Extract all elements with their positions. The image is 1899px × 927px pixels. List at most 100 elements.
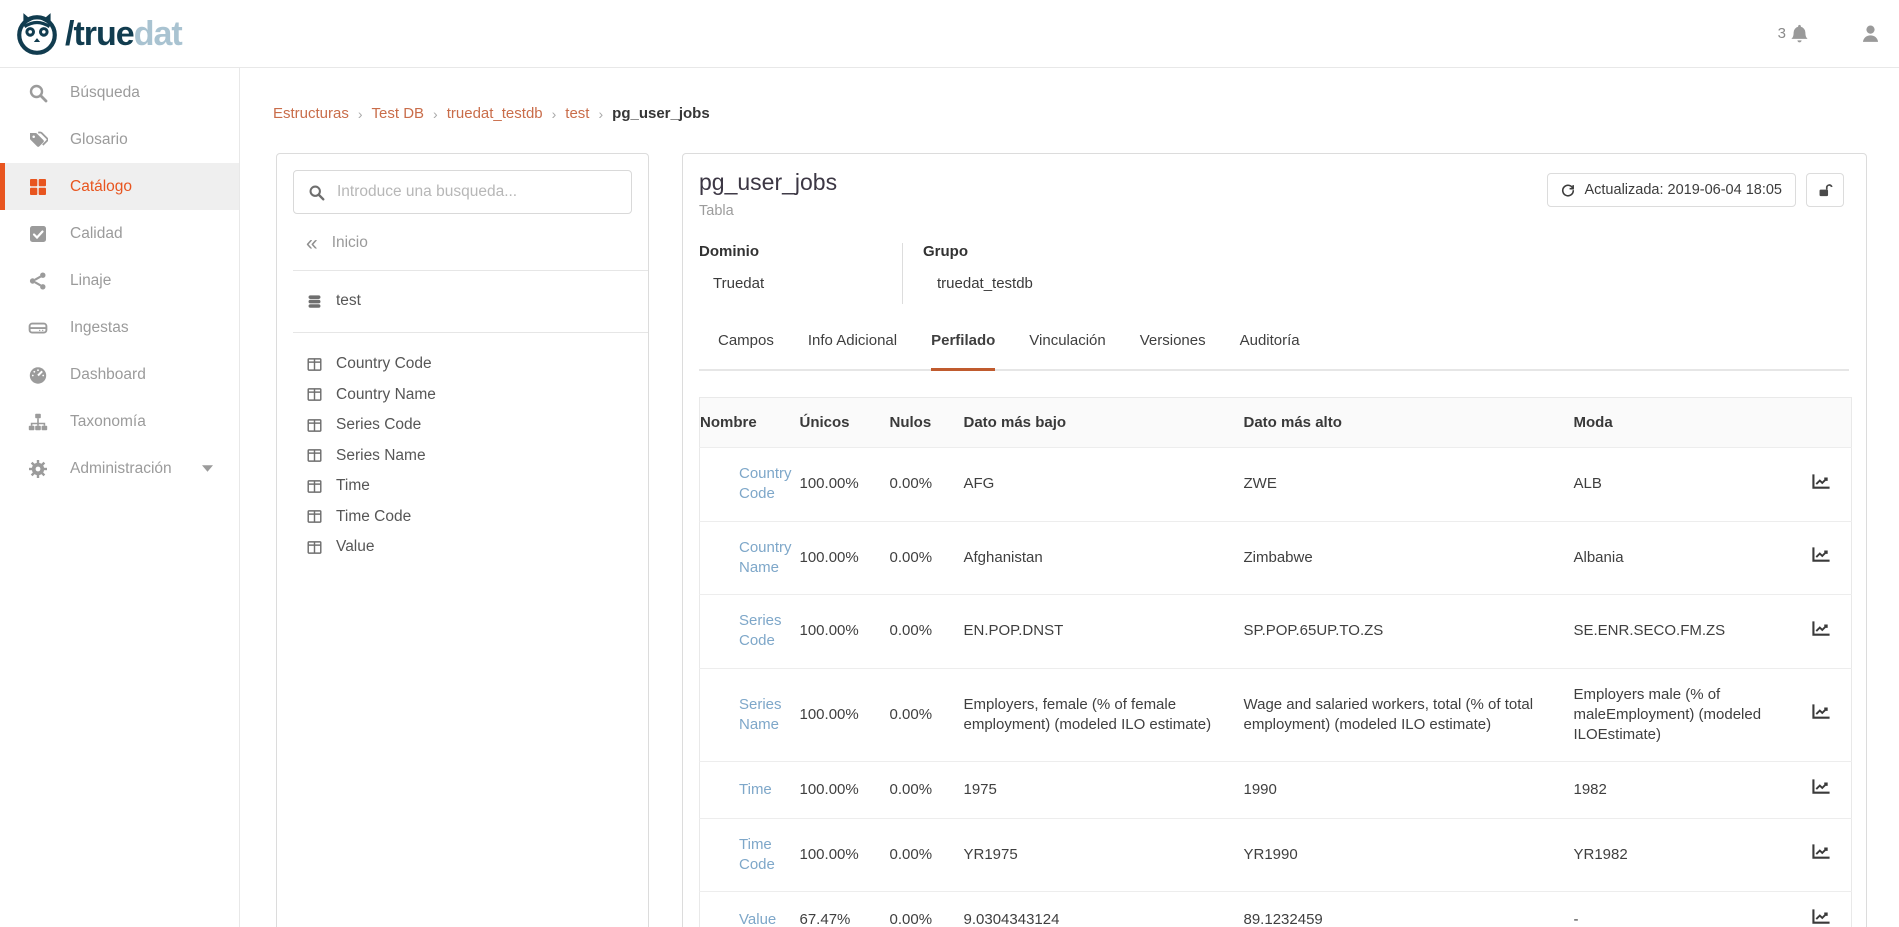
owl-logo-icon	[14, 11, 60, 57]
structure-explorer-panel: « Inicio test Country Code	[276, 153, 649, 927]
breadcrumb-link[interactable]: Estructuras	[273, 105, 349, 122]
structure-detail-card: pg_user_jobs Tabla Actualizada: 2019-06-…	[682, 153, 1867, 927]
refresh-updated-button[interactable]: Actualizada: 2019-06-04 18:05	[1547, 173, 1796, 207]
field-link[interactable]: Series Name	[739, 696, 782, 733]
group-label: Grupo	[923, 243, 1033, 260]
sidebar-item[interactable]: Administración	[0, 445, 239, 492]
nulls-percent: 0.00%	[890, 818, 964, 892]
header-actions: Actualizada: 2019-06-04 18:05	[1547, 173, 1844, 219]
highest-value: 1990	[1244, 762, 1574, 818]
breadcrumb-separator: ›	[358, 106, 363, 122]
sidebar-item[interactable]: Búsqueda	[0, 69, 239, 116]
tab[interactable]: Auditoría	[1240, 332, 1300, 369]
column-item-label: Series Code	[336, 416, 421, 434]
sidebar-item-label: Administración	[70, 460, 172, 478]
sidebar-item[interactable]: Glosario	[0, 116, 239, 163]
chart-line-icon[interactable]	[1812, 908, 1831, 925]
detail-header: pg_user_jobs Tabla Actualizada: 2019-06-…	[683, 154, 1866, 219]
table-columns-icon	[306, 539, 323, 556]
tab[interactable]: Info Adicional	[808, 332, 897, 369]
column-item-label: Time	[336, 477, 370, 495]
tab[interactable]: Vinculación	[1029, 332, 1105, 369]
grid-icon	[28, 177, 48, 197]
highest-value: Wage and salaried workers, total (% of t…	[1244, 668, 1574, 762]
breadcrumb-link[interactable]: test	[565, 105, 589, 122]
drive-icon	[28, 318, 48, 338]
column-header: Dato más bajo	[964, 398, 1244, 448]
highest-value: YR1990	[1244, 818, 1574, 892]
explorer-column-item[interactable]: Country Name	[306, 380, 648, 411]
notifications-button[interactable]: 3	[1778, 23, 1810, 44]
sidebar-item-label: Búsqueda	[70, 84, 140, 102]
chart-line-icon[interactable]	[1812, 620, 1831, 637]
column-item-label: Time Code	[336, 508, 411, 526]
user-icon	[1860, 23, 1881, 44]
explorer-back-home[interactable]: « Inicio	[277, 230, 648, 256]
field-link[interactable]: Value	[739, 911, 776, 927]
user-menu-button[interactable]	[1860, 23, 1881, 44]
truedat-logo[interactable]: /truedat	[14, 11, 182, 57]
mode-value: 1982	[1574, 762, 1812, 818]
sidebar-item[interactable]: Taxonomía	[0, 398, 239, 445]
search-icon	[308, 184, 325, 201]
mode-value: YR1982	[1574, 818, 1812, 892]
chart-line-icon[interactable]	[1812, 546, 1831, 563]
nulls-percent: 0.00%	[890, 668, 964, 762]
topbar: /truedat 3	[0, 0, 1899, 68]
table-columns-icon	[306, 447, 323, 464]
breadcrumb-separator: ›	[433, 106, 438, 122]
explorer-search-box	[293, 170, 632, 214]
unique-percent: 100.00%	[800, 448, 890, 522]
domain-label: Dominio	[699, 243, 902, 260]
column-header: Moda	[1574, 398, 1812, 448]
table-columns-icon	[306, 478, 323, 495]
table-columns-icon	[306, 508, 323, 525]
column-header: Dato más alto	[1244, 398, 1574, 448]
breadcrumb-link[interactable]: truedat_testdb	[447, 105, 543, 122]
sidebar-item-label: Linaje	[70, 272, 111, 290]
column-item-label: Series Name	[336, 447, 426, 465]
lowest-value: 9.0304343124	[964, 892, 1244, 927]
sidebar-item[interactable]: Ingestas	[0, 304, 239, 351]
sidebar-item[interactable]: Dashboard	[0, 351, 239, 398]
chart-line-icon[interactable]	[1812, 778, 1831, 795]
tab[interactable]: Perfilado	[931, 332, 995, 369]
sitemap-icon	[28, 412, 48, 432]
table-columns-icon	[306, 386, 323, 403]
explorer-column-item[interactable]: Value	[306, 532, 648, 563]
unique-percent: 67.47%	[800, 892, 890, 927]
lowest-value: EN.POP.DNST	[964, 595, 1244, 669]
explorer-node-test[interactable]: test	[277, 284, 648, 318]
explorer-column-item[interactable]: Country Code	[306, 349, 648, 380]
explorer-column-item[interactable]: Series Code	[306, 410, 648, 441]
sidebar-item[interactable]: Catálogo	[0, 163, 239, 210]
chart-line-icon[interactable]	[1812, 843, 1831, 860]
field-link[interactable]: Time Code	[739, 836, 775, 873]
nulls-percent: 0.00%	[890, 762, 964, 818]
chevron-down-icon	[202, 465, 213, 472]
field-link[interactable]: Series Code	[739, 612, 782, 649]
highest-value: Zimbabwe	[1244, 521, 1574, 595]
explorer-column-item[interactable]: Time	[306, 471, 648, 502]
refresh-icon	[1561, 183, 1575, 197]
tab[interactable]: Campos	[718, 332, 774, 369]
field-link[interactable]: Time	[739, 781, 772, 798]
unlock-button[interactable]	[1806, 173, 1844, 207]
explorer-column-item[interactable]: Time Code	[306, 502, 648, 533]
check-square-icon	[28, 224, 48, 244]
field-link[interactable]: Country Name	[739, 539, 792, 576]
sidebar-item[interactable]: Calidad	[0, 210, 239, 257]
tab[interactable]: Versiones	[1140, 332, 1206, 369]
tab-label: Auditoría	[1240, 332, 1300, 349]
explorer-search-input[interactable]	[337, 183, 621, 201]
breadcrumb-link[interactable]: Test DB	[372, 105, 425, 122]
column-header: Nombre	[700, 398, 800, 448]
explorer-column-item[interactable]: Series Name	[306, 441, 648, 472]
sidebar-item[interactable]: Linaje	[0, 257, 239, 304]
breadcrumb-current: pg_user_jobs	[612, 105, 710, 122]
chart-line-icon[interactable]	[1812, 473, 1831, 490]
bell-icon	[1789, 23, 1810, 44]
field-link[interactable]: Country Code	[739, 465, 792, 502]
chart-line-icon[interactable]	[1812, 703, 1831, 720]
lowest-value: 1975	[964, 762, 1244, 818]
